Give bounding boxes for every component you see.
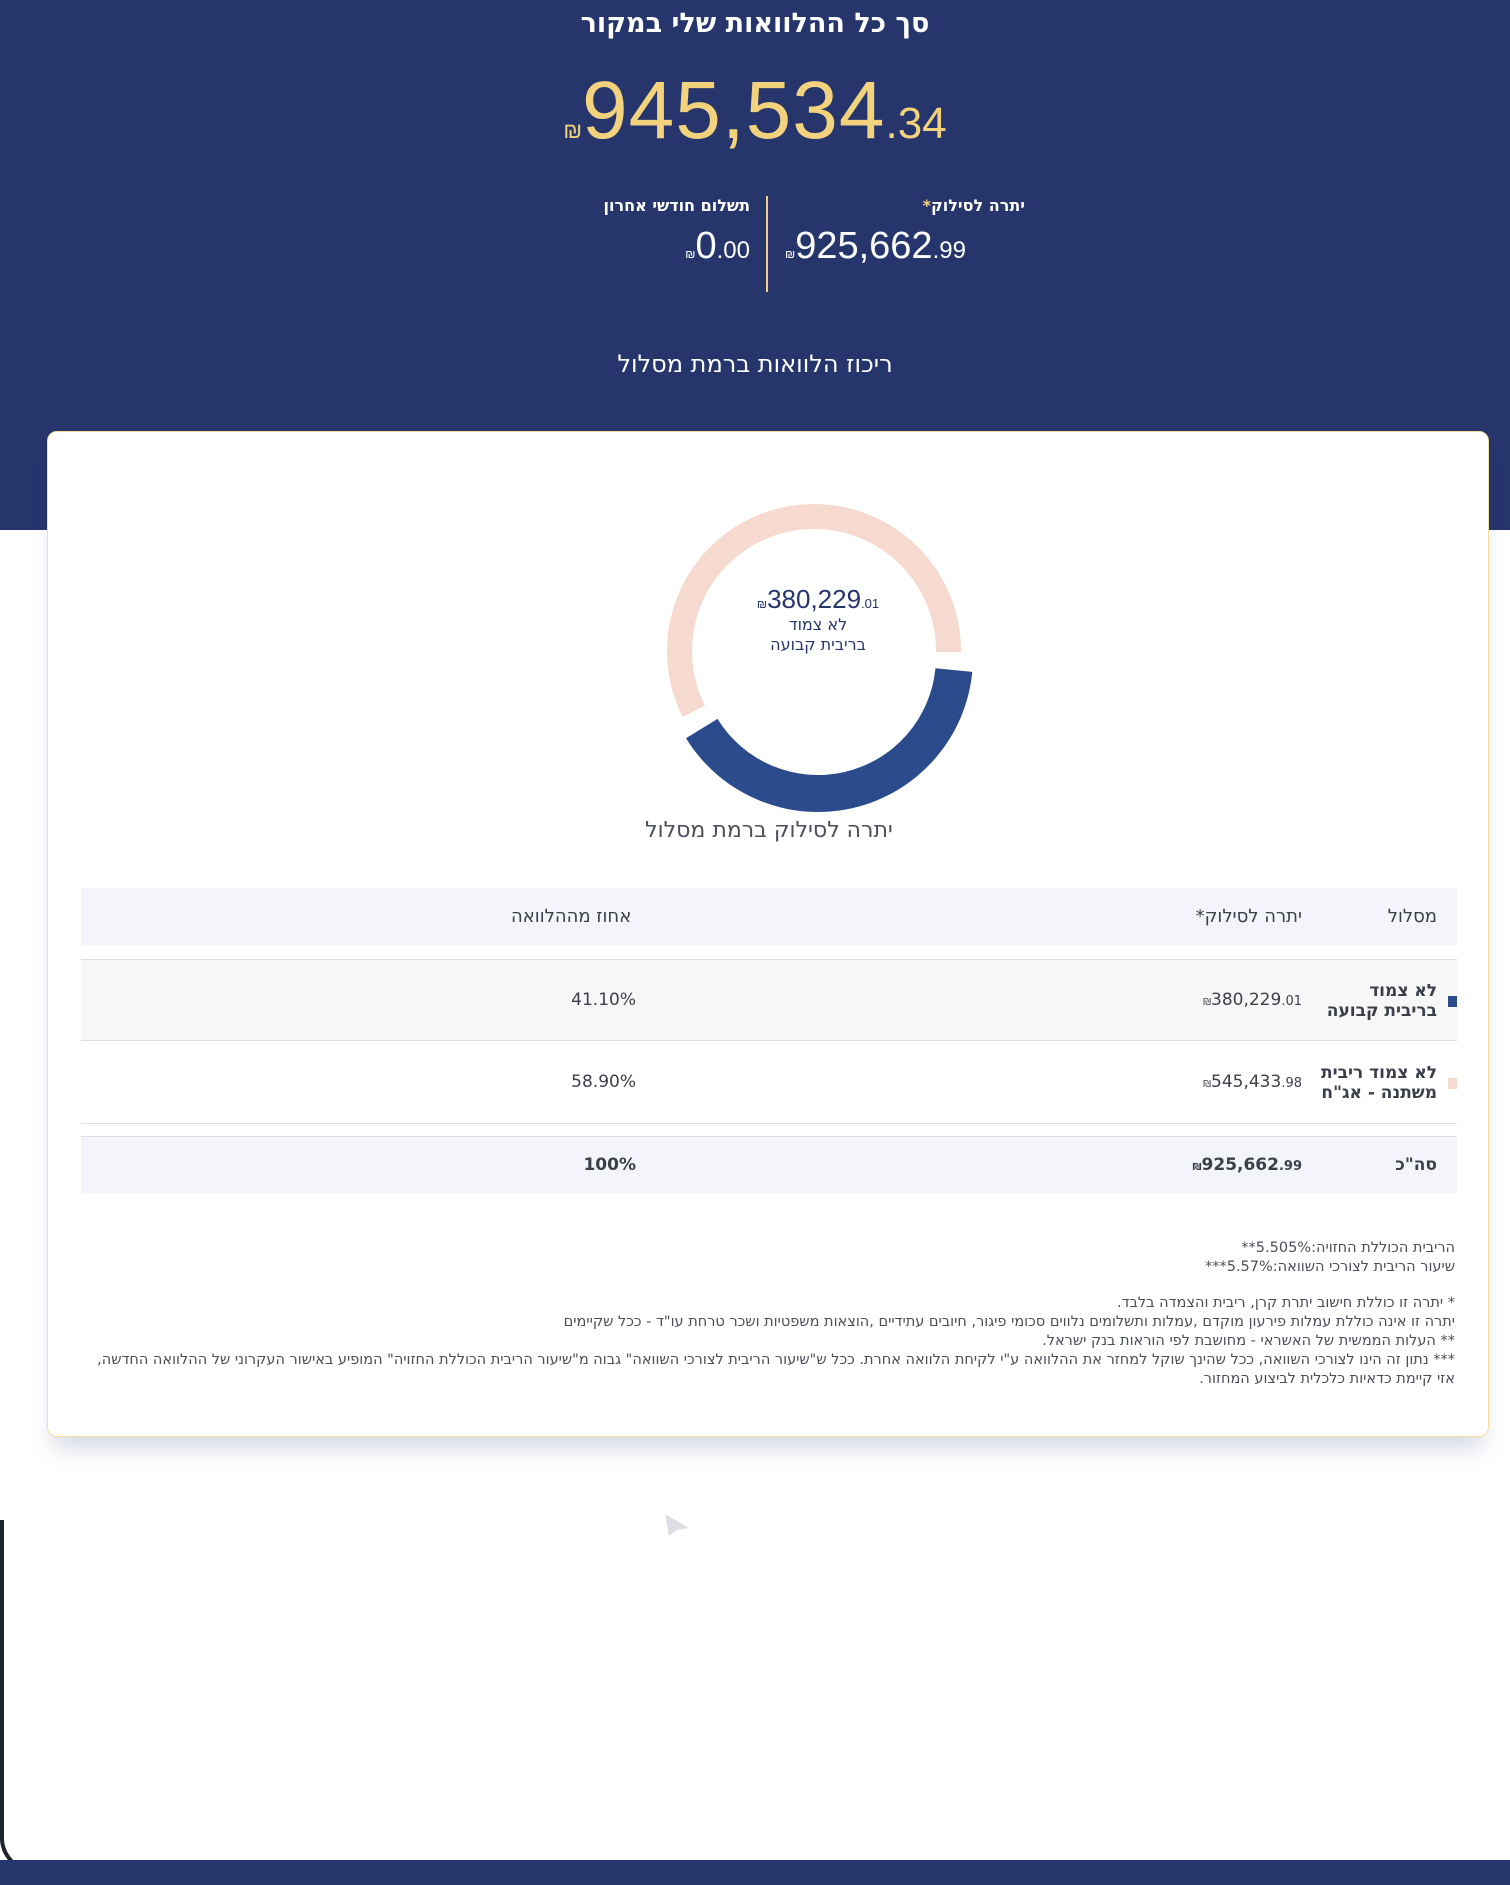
pointer-icon <box>665 1514 689 1536</box>
currency-symbol: ₪ <box>563 118 583 143</box>
footnote-4: *** נתון זה הינו לצורכי השוואה, ככל שהינ… <box>97 1352 1455 1387</box>
total-percent: 100% <box>583 1155 636 1175</box>
track-name-line2: משתנה - אג"ח <box>1321 1083 1437 1103</box>
balance-label: יתרה לסילוק* <box>785 196 1025 215</box>
currency-symbol: ₪ <box>1203 1079 1211 1090</box>
table-header: מסלול יתרה לסילוק* אחוז מההלוואה <box>81 888 1457 945</box>
track-balance: ₪545,433.98 <box>1203 1072 1302 1092</box>
donut-center-amount: ₪380,229.01 <box>623 584 1013 615</box>
comparison-rate-note: שיעור הריבית לצורכי השוואה:5.57%*** <box>1204 1259 1455 1275</box>
header-track: מסלול <box>1387 906 1437 927</box>
footnote-2: יתרה זו אינה כוללת עמלות פירעון מוקדם ,ע… <box>563 1314 1455 1330</box>
last-payment-main: 0 <box>695 225 717 267</box>
window-edge-decoration <box>0 1520 57 1884</box>
currency-symbol: ₪ <box>1203 997 1211 1008</box>
currency-symbol: ₪ <box>756 597 768 611</box>
table-row[interactable]: לא צמוד בריבית קבועה ₪380,229.01 41.10% <box>81 959 1457 1041</box>
track-percent: 41.10% <box>571 990 636 1010</box>
track-percent: 58.90% <box>571 1072 636 1092</box>
currency-symbol: ₪ <box>685 247 696 261</box>
header-balance: יתרה לסילוק* <box>1195 906 1302 927</box>
page-title: סך כל ההלוואות שלי במקור <box>580 8 930 39</box>
track-balance-main: 545,433 <box>1211 1072 1282 1092</box>
currency-symbol: ₪ <box>785 247 796 261</box>
track-balance-decimal: .01 <box>1281 994 1302 1009</box>
balance-value: ₪925,662.99 <box>785 225 1025 268</box>
legend-swatch <box>1448 1078 1457 1089</box>
donut-slice[interactable] <box>686 668 973 812</box>
currency-symbol: ₪ <box>1192 1162 1202 1173</box>
track-name-line2: בריבית קבועה <box>1326 1001 1437 1021</box>
track-name: לא צמוד ריבית משתנה - אג"ח <box>1317 1063 1437 1103</box>
footer-bar <box>0 1860 1510 1885</box>
donut-center-line1: לא צמוד <box>788 615 848 634</box>
rates-notes: הריבית הכוללת החזויה:5.505%** שיעור הריב… <box>79 1239 1455 1277</box>
track-name: לא צמוד בריבית קבועה <box>1317 981 1437 1021</box>
tracks-summary-card: ₪380,229.01 לא צמוד בריבית קבועה יתרה לס… <box>47 431 1489 1536</box>
donut-chart[interactable] <box>623 462 1013 852</box>
section-title: ריכוז הלוואות ברמת מסלול <box>617 350 893 378</box>
total-label: סה"כ <box>1395 1155 1437 1175</box>
total-balance-main: 925,662 <box>1201 1155 1279 1175</box>
last-payment-value: ₪0.00 <box>510 225 750 268</box>
total-balance-decimal: .99 <box>1278 1159 1302 1174</box>
header-percent: אחוז מההלוואה <box>511 906 632 927</box>
balance-main: 925,662 <box>795 225 933 267</box>
donut-center-main: 380,229 <box>767 584 862 614</box>
expected-rate-note: הריבית הכוללת החזויה:5.505%** <box>1241 1240 1455 1256</box>
last-payment-label: תשלום חודשי אחרון <box>603 196 750 215</box>
table-row[interactable]: לא צמוד ריבית משתנה - אג"ח ₪545,433.98 5… <box>81 1042 1457 1124</box>
track-name-line1: לא צמוד ריבית <box>1321 1063 1437 1083</box>
footnote-1: * יתרה זו כוללת חישוב יתרת קרן, ריבית וה… <box>1117 1295 1455 1311</box>
footnote-3: ** העלות הממשית של האשראי - מחושבת לפי ה… <box>1042 1333 1455 1349</box>
legend-swatch <box>1448 996 1457 1007</box>
footnotes: * יתרה זו כוללת חישוב יתרת קרן, ריבית וה… <box>79 1294 1455 1389</box>
track-name-line1: לא צמוד <box>1369 981 1437 1001</box>
last-monthly-payment: תשלום חודשי אחרון ₪0.00 <box>510 196 750 268</box>
table-total-row: סה"כ ₪925,662.99 100% <box>81 1136 1457 1193</box>
donut-center-line2: בריבית קבועה <box>770 635 866 654</box>
track-balance: ₪380,229.01 <box>1203 990 1302 1010</box>
balance-to-repay: יתרה לסילוק* ₪925,662.99 <box>785 196 1025 268</box>
total-balance: ₪925,662.99 <box>1192 1155 1302 1175</box>
donut-center-label: ₪380,229.01 לא צמוד בריבית קבועה <box>623 584 1013 655</box>
stats-divider <box>766 196 768 292</box>
total-amount-decimal: .34 <box>885 99 947 148</box>
total-original-amount: ₪945,534.34 <box>0 64 1510 158</box>
balance-label-text: יתרה לסילוק <box>930 196 1025 215</box>
balance-decimal: .99 <box>932 237 966 264</box>
donut-center-decimal: .01 <box>861 596 880 611</box>
track-balance-main: 380,229 <box>1211 990 1282 1010</box>
last-payment-decimal: .00 <box>716 237 750 264</box>
total-amount-main: 945,534 <box>582 65 886 156</box>
chart-caption: יתרה לסילוק ברמת מסלול <box>645 818 893 843</box>
track-balance-decimal: .98 <box>1281 1076 1302 1091</box>
balance-label-star: * <box>922 196 931 215</box>
